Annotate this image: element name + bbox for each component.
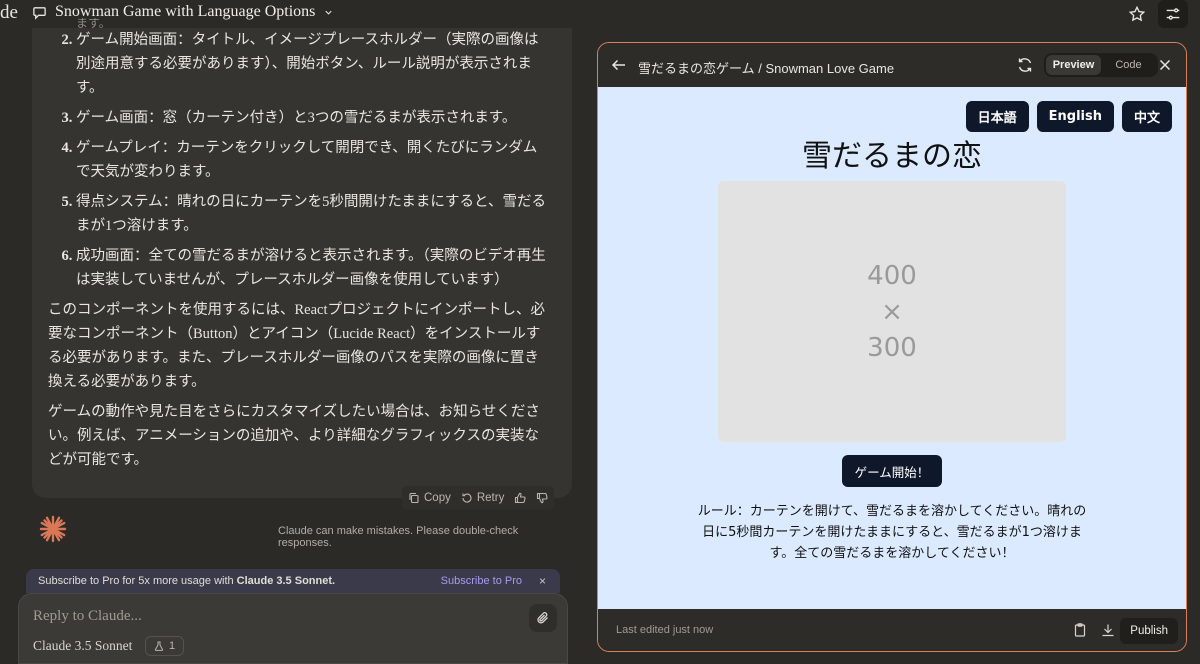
style-selector[interactable]: 1 bbox=[145, 636, 185, 656]
language-button-japanese[interactable]: 日本語 bbox=[965, 101, 1029, 132]
list-item: ゲーム画面：窓（カーテン付き）と3つの雪だるまが表示されます。 bbox=[76, 106, 548, 130]
language-selector: 日本語 English 中文 bbox=[965, 101, 1172, 132]
reply-input[interactable] bbox=[33, 608, 513, 625]
thumbs-up-button[interactable] bbox=[514, 492, 526, 504]
claude-spark-icon bbox=[39, 515, 67, 543]
close-icon[interactable] bbox=[1156, 56, 1174, 74]
subscribe-text: Subscribe to Pro for 5x more usage with bbox=[38, 575, 234, 587]
retry-button[interactable]: Retry bbox=[461, 492, 504, 504]
artifact-header: 雪だるまの恋ゲーム / Snowman Love Game Preview Co… bbox=[598, 43, 1186, 87]
image-placeholder: 400 × 300 bbox=[718, 181, 1066, 442]
artifact-panel: 雪だるまの恋ゲーム / Snowman Love Game Preview Co… bbox=[597, 42, 1187, 652]
flask-icon bbox=[154, 641, 164, 651]
message-actions: Copy Retry bbox=[402, 486, 555, 510]
copy-icon bbox=[409, 492, 419, 504]
view-toggle: Preview Code bbox=[1044, 53, 1158, 77]
paragraph: このコンポーネントを使用するには、Reactプロジェクトにインポートし、必要なコ… bbox=[48, 302, 546, 390]
sliders-icon bbox=[1166, 8, 1180, 20]
list-item: 成功画面：全ての雪だるまが溶けると表示されます。（実際のビデオ再生は実装していま… bbox=[76, 244, 548, 292]
star-icon bbox=[1128, 5, 1146, 22]
subscribe-link[interactable]: Subscribe to Pro bbox=[441, 575, 522, 587]
placeholder-width: 400 bbox=[867, 260, 917, 291]
thumbs-down-button[interactable] bbox=[536, 492, 548, 504]
artifact-title: 雪だるまの恋ゲーム / Snowman Love Game bbox=[638, 61, 895, 76]
model-selector[interactable]: Claude 3.5 Sonnet bbox=[33, 638, 132, 654]
list-item: 得点システム：晴れの日にカーテンを5秒間開けたままにすると、雪だるまが1つ溶けま… bbox=[76, 190, 548, 238]
clipped-line: ます。 bbox=[76, 18, 111, 28]
subscribe-model: Claude 3.5 Sonnet. bbox=[236, 575, 336, 587]
retry-icon bbox=[462, 493, 472, 503]
language-button-english[interactable]: English bbox=[1036, 101, 1114, 132]
assistant-message: ます。 ゲーム開始画面：タイトル、イメージプレースホルダー（実際の画像は別途用意… bbox=[32, 18, 572, 498]
settings-button[interactable] bbox=[1158, 0, 1188, 28]
tab-preview[interactable]: Preview bbox=[1046, 55, 1101, 75]
artifact-footer: Last edited just now Publish bbox=[598, 609, 1186, 651]
copy-button[interactable]: Copy bbox=[408, 492, 451, 504]
game-title: 雪だるまの恋 bbox=[802, 139, 982, 174]
list-item: ゲーム開始画面：タイトル、イメージプレースホルダー（実際の画像は別途用意する必要… bbox=[76, 28, 548, 100]
chevron-down-icon bbox=[325, 10, 333, 15]
list-item: ゲームプレイ：カーテンをクリックして開閉でき、開くたびにランダムで天気が変わりま… bbox=[76, 136, 548, 184]
feature-list: ゲーム開始画面：タイトル、イメージプレースホルダー（実際の画像は別途用意する必要… bbox=[48, 28, 548, 292]
subscribe-banner: Subscribe to Pro for 5x more usage with … bbox=[26, 569, 560, 593]
last-edited: Last edited just now bbox=[616, 624, 714, 636]
game-rules: ルール：カーテンを開けて、雪だるまを溶かしてください。晴れの日に5秒間カーテンを… bbox=[697, 504, 1087, 561]
chat-bubble-icon bbox=[33, 6, 46, 20]
copy-label: Copy bbox=[424, 492, 451, 504]
disclaimer: Claude can make mistakes. Please double-… bbox=[278, 525, 519, 549]
retry-label: Retry bbox=[476, 492, 505, 504]
close-icon[interactable]: × bbox=[539, 574, 546, 588]
attach-button[interactable] bbox=[529, 604, 557, 632]
tab-code[interactable]: Code bbox=[1101, 55, 1156, 75]
brand-fragment: de bbox=[0, 2, 18, 23]
style-count: 1 bbox=[169, 640, 176, 652]
artifact-preview: 日本語 English 中文 雪だるまの恋 400 × 300 ゲーム開始！ ル… bbox=[598, 87, 1186, 609]
placeholder-times: × bbox=[881, 296, 903, 327]
language-button-chinese[interactable]: 中文 bbox=[1121, 101, 1172, 132]
start-game-button[interactable]: ゲーム開始！ bbox=[842, 455, 942, 487]
refresh-icon[interactable] bbox=[1016, 56, 1034, 74]
placeholder-height: 300 bbox=[867, 332, 917, 363]
publish-button[interactable]: Publish bbox=[1120, 618, 1178, 644]
star-button[interactable] bbox=[1122, 0, 1152, 28]
clipboard-icon[interactable] bbox=[1072, 622, 1088, 638]
message-text: ます。 ゲーム開始画面：タイトル、イメージプレースホルダー（実際の画像は別途用意… bbox=[48, 18, 548, 476]
arrow-left-icon[interactable] bbox=[610, 56, 628, 74]
download-icon[interactable] bbox=[1100, 622, 1116, 638]
paperclip-icon bbox=[537, 612, 548, 624]
thumbs-down-icon bbox=[537, 492, 548, 504]
paragraph: ゲームの動作や見た目をさらにカスタマイズしたい場合は、お知らせください。例えば、… bbox=[48, 404, 540, 468]
thumbs-up-icon bbox=[515, 492, 526, 504]
reply-composer: Claude 3.5 Sonnet 1 bbox=[18, 593, 568, 664]
